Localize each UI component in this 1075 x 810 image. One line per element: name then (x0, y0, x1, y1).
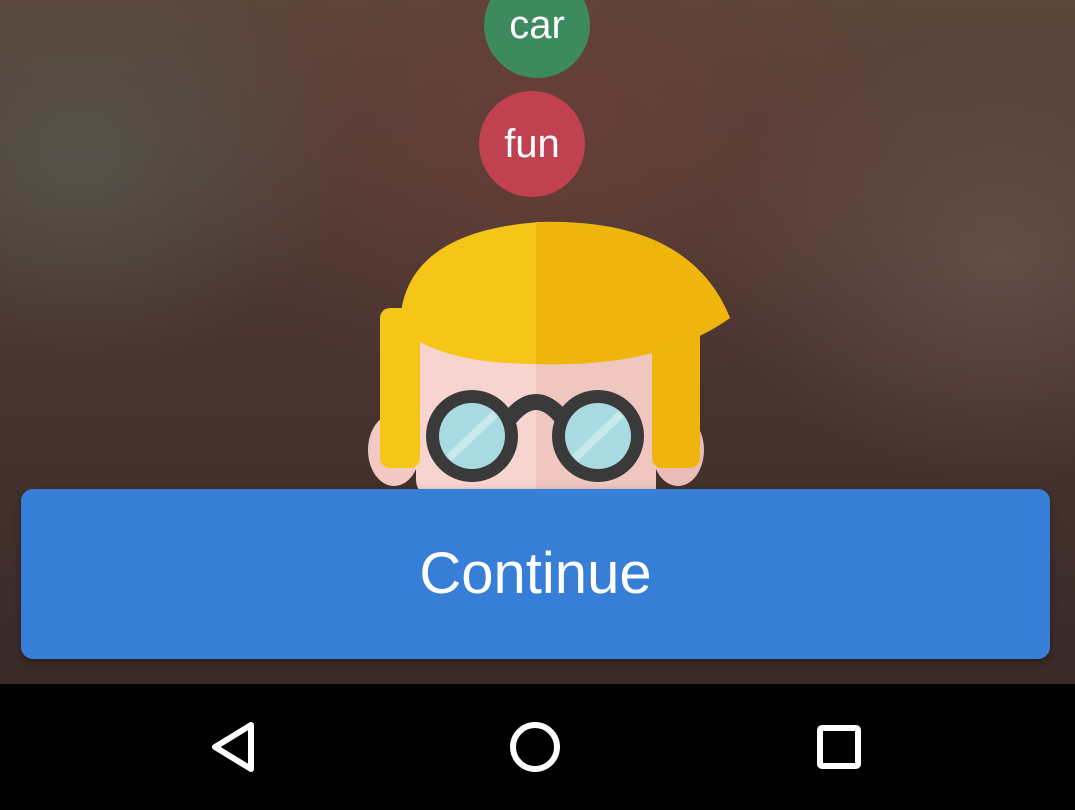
tag-bubble-fun[interactable]: fun (479, 91, 585, 197)
continue-button[interactable]: Continue (21, 489, 1050, 659)
back-triangle-icon (212, 722, 254, 772)
app-screen: car fun Continue (0, 0, 1075, 684)
tag-label: car (509, 3, 565, 47)
navigation-bar (0, 684, 1075, 810)
home-circle-icon (510, 722, 560, 772)
tag-bubble-car[interactable]: car (484, 0, 590, 78)
nerd-avatar-icon (360, 218, 740, 498)
recent-apps-button[interactable] (769, 684, 909, 810)
tag-label: fun (504, 122, 560, 166)
recent-apps-square-icon (817, 725, 861, 769)
back-button[interactable] (163, 684, 303, 810)
home-button[interactable] (465, 684, 605, 810)
